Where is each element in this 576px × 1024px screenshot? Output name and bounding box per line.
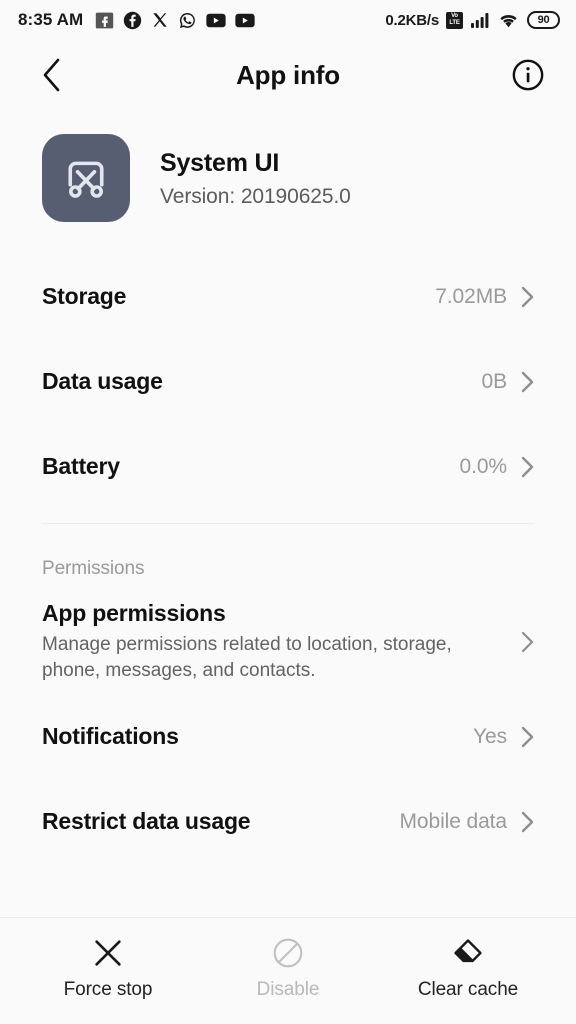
status-bar: 8:35 AM 0.2KB/s Vo LTE 90 xyxy=(0,0,576,40)
battery-icon: 90 xyxy=(527,11,560,29)
chevron-right-icon xyxy=(521,371,534,392)
permissions-section-header: Permissions xyxy=(42,558,145,579)
facebook-icon xyxy=(124,11,142,29)
chevron-right-icon xyxy=(521,286,534,307)
x-twitter-icon xyxy=(153,13,168,27)
clear-cache-label: Clear cache xyxy=(417,979,519,1000)
row-notifications-value: Yes xyxy=(473,724,507,748)
signal-bars-icon xyxy=(471,13,489,28)
force-stop-label: Force stop xyxy=(63,979,153,1000)
row-restrict-data-usage-label-wrap: Restrict data usage xyxy=(42,808,400,835)
close-x-icon xyxy=(95,940,121,966)
row-data-usage[interactable]: Data usage 0B xyxy=(0,339,576,424)
disable-button: Disable xyxy=(228,934,348,1001)
clear-cache-icon-wrap xyxy=(451,934,485,972)
app-bar: App info xyxy=(0,40,576,110)
disable-icon-wrap xyxy=(271,934,305,972)
row-storage-value: 7.02MB xyxy=(435,284,507,308)
force-stop-button[interactable]: Force stop xyxy=(48,934,168,1001)
chevron-right-icon xyxy=(521,456,534,477)
back-button[interactable] xyxy=(30,53,74,97)
row-storage[interactable]: Storage 7.02MB xyxy=(0,254,576,339)
chevron-right-icon xyxy=(521,631,534,653)
info-circle-icon xyxy=(512,59,544,91)
app-identity-block: System UI Version: 20190625.0 xyxy=(0,110,576,222)
wifi-icon xyxy=(500,15,517,28)
app-meta: System UI Version: 20190625.0 xyxy=(160,148,351,209)
facebook-lite-notification-icon xyxy=(96,12,114,28)
row-notifications-label-wrap: Notifications xyxy=(42,723,473,750)
volte-icon-bottom: LTE xyxy=(449,20,460,26)
app-info-details-button[interactable] xyxy=(506,53,550,97)
scissors-screenshot-icon xyxy=(68,161,104,198)
row-battery[interactable]: Battery 0.0% xyxy=(0,424,576,509)
row-app-permissions-label: App permissions xyxy=(42,600,226,627)
whatsapp-icon xyxy=(180,12,196,28)
row-battery-label-wrap: Battery xyxy=(42,453,460,480)
status-bar-clock: 8:35 AM xyxy=(18,10,84,29)
block-circle-icon xyxy=(273,938,303,968)
status-bar-notification-icons xyxy=(95,11,255,30)
chevron-right-icon xyxy=(521,811,534,832)
row-data-usage-label: Data usage xyxy=(42,368,163,394)
row-app-permissions-description: Manage permissions related to location, … xyxy=(42,634,452,681)
row-battery-label: Battery xyxy=(42,453,120,479)
status-bar-system-icons: 0.2KB/s Vo LTE 90 xyxy=(385,11,560,29)
app-version: Version: 20190625.0 xyxy=(160,184,351,208)
force-stop-icon-wrap xyxy=(91,934,125,972)
row-data-usage-value: 0B xyxy=(481,369,508,393)
page-title: App info xyxy=(236,59,340,90)
volte-icon-top: Vo xyxy=(451,13,458,19)
eraser-icon xyxy=(454,939,482,963)
app-name: System UI xyxy=(160,148,280,177)
row-notifications-label: Notifications xyxy=(42,723,179,749)
row-app-permissions[interactable]: App permissions Manage permissions relat… xyxy=(0,590,576,694)
row-battery-value: 0.0% xyxy=(459,454,508,478)
clear-cache-button[interactable]: Clear cache xyxy=(408,934,528,1001)
app-info-content: System UI Version: 20190625.0 Storage 7.… xyxy=(0,110,576,917)
row-restrict-data-usage-label: Restrict data usage xyxy=(42,808,251,834)
youtube-icon xyxy=(206,13,226,27)
row-restrict-data-usage-value: Mobile data xyxy=(399,809,508,833)
volte-icon: Vo LTE xyxy=(446,11,463,29)
row-data-usage-label-wrap: Data usage xyxy=(42,368,482,395)
row-app-permissions-label-wrap: App permissions Manage permissions relat… xyxy=(42,600,521,683)
chevron-left-icon xyxy=(43,58,60,92)
app-info-screen: 8:35 AM 0.2KB/s Vo LTE 90 App info Syste… xyxy=(0,0,576,1024)
battery-level-label: 90 xyxy=(537,14,550,26)
row-storage-label: Storage xyxy=(42,283,127,309)
chevron-right-icon xyxy=(521,726,534,747)
app-icon xyxy=(42,134,130,222)
row-storage-label-wrap: Storage xyxy=(42,283,435,310)
row-restrict-data-usage[interactable]: Restrict data usage Mobile data xyxy=(0,779,576,864)
youtube-music-icon xyxy=(235,13,255,27)
bottom-action-bar: Force stop Disable Clear cache xyxy=(0,917,576,1024)
disable-label: Disable xyxy=(256,979,320,1000)
row-notifications[interactable]: Notifications Yes xyxy=(0,694,576,779)
network-speed-label: 0.2KB/s xyxy=(385,11,439,29)
